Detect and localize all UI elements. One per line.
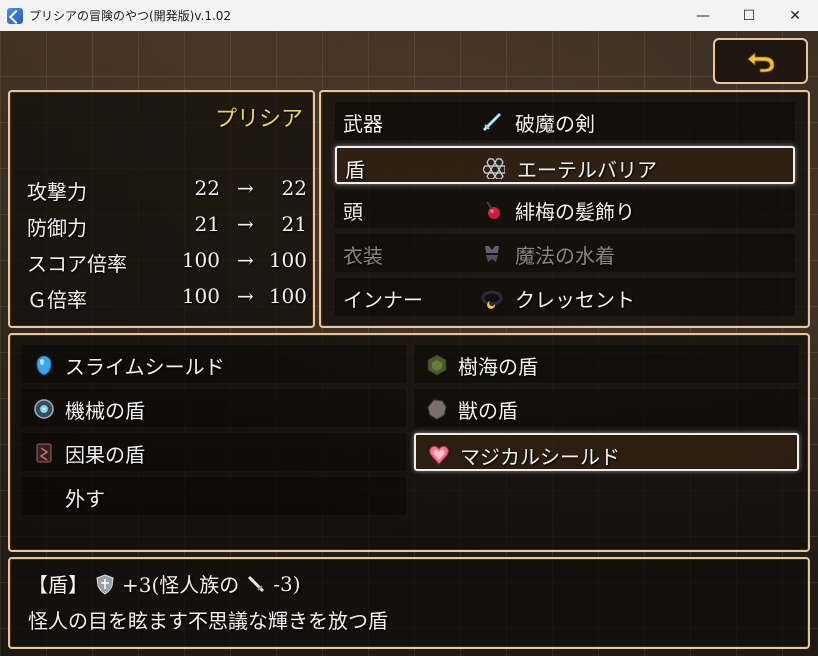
stat-label: Ｇ倍率: [27, 288, 87, 312]
stat-label: スコア倍率: [27, 252, 127, 276]
item-forest-shield[interactable]: 樹海の盾: [414, 345, 799, 383]
item-label: 獣の盾: [458, 399, 518, 423]
stat-label: 攻撃力: [27, 180, 87, 204]
game-screen: プリシア 攻撃力 22 → 22 防御力 21 → 21 スコア倍率 100 →…: [0, 31, 818, 656]
stat-current: 21: [194, 212, 220, 236]
stat-arrow: →: [237, 176, 254, 200]
swimsuit-icon: [485, 246, 499, 262]
minimize-button[interactable]: —: [680, 0, 726, 31]
stat-arrow: →: [237, 284, 254, 308]
stat-arrow: →: [237, 248, 254, 272]
slot-item: エーテルバリア: [517, 158, 657, 182]
slot-label: インナー: [343, 288, 423, 312]
help-description: 怪人の目を眩ます不思議な輝きを放つ盾: [28, 609, 388, 633]
heart-shield-icon: [429, 445, 449, 465]
item-beast-shield[interactable]: 獣の盾: [414, 389, 799, 427]
item-label: マジカルシールド: [460, 445, 620, 469]
stat-arrow: →: [237, 212, 254, 236]
slot-item: 緋梅の髪飾り: [515, 200, 635, 224]
sword-icon: [482, 112, 502, 132]
item-label: スライムシールド: [65, 355, 225, 379]
slot-label: 衣装: [343, 244, 383, 268]
help-effect-suffix: -3): [273, 571, 301, 596]
item-label: 機械の盾: [65, 399, 145, 423]
help-panel: 【盾】 +3(怪人族の -3) 怪人の目を眩ます不思議な輝きを放つ盾: [8, 557, 810, 649]
return-arrow-icon: [746, 52, 774, 73]
stat-row-score-multiplier: スコア倍率 100 → 100: [27, 248, 317, 278]
slime-shield-icon: [36, 355, 52, 376]
item-machine-shield[interactable]: 機械の盾: [21, 389, 406, 427]
stat-current: 100: [181, 248, 220, 272]
stat-new: 100: [268, 248, 307, 272]
item-label: 因果の盾: [65, 443, 145, 467]
stat-new: 21: [281, 212, 307, 236]
equip-slot-inner[interactable]: インナー クレッセント: [335, 278, 795, 316]
stat-row-attack: 攻撃力 22 → 22: [27, 176, 317, 206]
item-label: 外す: [65, 487, 105, 511]
slot-item: クレッセント: [515, 288, 635, 312]
window-titlebar: プリシアの冒険のやつ(開発版)v.1.02 — ☐ ✕: [0, 0, 818, 31]
item-magical-shield[interactable]: マジカルシールド: [414, 433, 799, 471]
item-unequip[interactable]: 外す: [21, 477, 406, 515]
maximize-button[interactable]: ☐: [726, 0, 772, 31]
equip-slot-shield[interactable]: 盾 エーテルバリア: [335, 146, 795, 184]
slot-item: 破魔の剣: [515, 112, 595, 136]
forest-shield-icon: [427, 354, 447, 376]
causality-shield-icon: [36, 443, 52, 463]
stat-row-defense: 防御力 21 → 21: [27, 212, 317, 242]
hex-barrier-icon: [483, 158, 505, 179]
hair-ornament-icon: [486, 201, 500, 219]
stat-current: 100: [181, 284, 220, 308]
shield-icon: [96, 573, 114, 595]
equip-slot-head[interactable]: 頭 緋梅の髪飾り: [335, 190, 795, 228]
stat-row-gold-multiplier: Ｇ倍率 100 → 100: [27, 284, 317, 314]
help-effect-line: 【盾】 +3(怪人族の -3): [28, 569, 301, 598]
stat-label: 防御力: [27, 216, 87, 240]
crescent-icon: [481, 290, 503, 309]
item-causality-shield[interactable]: 因果の盾: [21, 433, 406, 471]
slot-label: 武器: [343, 112, 383, 136]
equip-slot-costume[interactable]: 衣装 魔法の水着: [335, 234, 795, 272]
item-label: 樹海の盾: [458, 355, 538, 379]
help-effect-prefix: +3(怪人族の: [122, 573, 240, 597]
back-button[interactable]: [713, 38, 808, 84]
close-button[interactable]: ✕: [772, 0, 818, 31]
stat-new: 22: [281, 176, 307, 200]
equipment-panel: 武器 破魔の剣 盾 エーテルバリア 頭 緋梅の髪飾り 衣装 魔法の水着 インナー…: [319, 90, 810, 328]
slot-item: 魔法の水着: [515, 244, 615, 268]
window-title: プリシアの冒険のやつ(開発版)v.1.02: [29, 9, 232, 23]
stat-new: 100: [268, 284, 307, 308]
beast-shield-icon: [427, 399, 447, 420]
slot-label: 頭: [343, 200, 363, 224]
character-name: プリシア: [214, 107, 303, 132]
item-list-panel: スライムシールド 樹海の盾 機械の盾 獣の盾 因果の盾 マジカルシールド 外す: [8, 333, 810, 552]
app-icon: [7, 7, 23, 24]
slot-label: 盾: [345, 158, 365, 182]
equip-slot-weapon[interactable]: 武器 破魔の剣: [335, 102, 795, 140]
machine-shield-icon: [34, 399, 54, 419]
stat-current: 22: [194, 176, 220, 200]
item-slime-shield[interactable]: スライムシールド: [21, 345, 406, 383]
help-category: 【盾】: [28, 573, 88, 597]
sword-icon: [248, 575, 265, 592]
status-panel: プリシア 攻撃力 22 → 22 防御力 21 → 21 スコア倍率 100 →…: [8, 90, 315, 328]
